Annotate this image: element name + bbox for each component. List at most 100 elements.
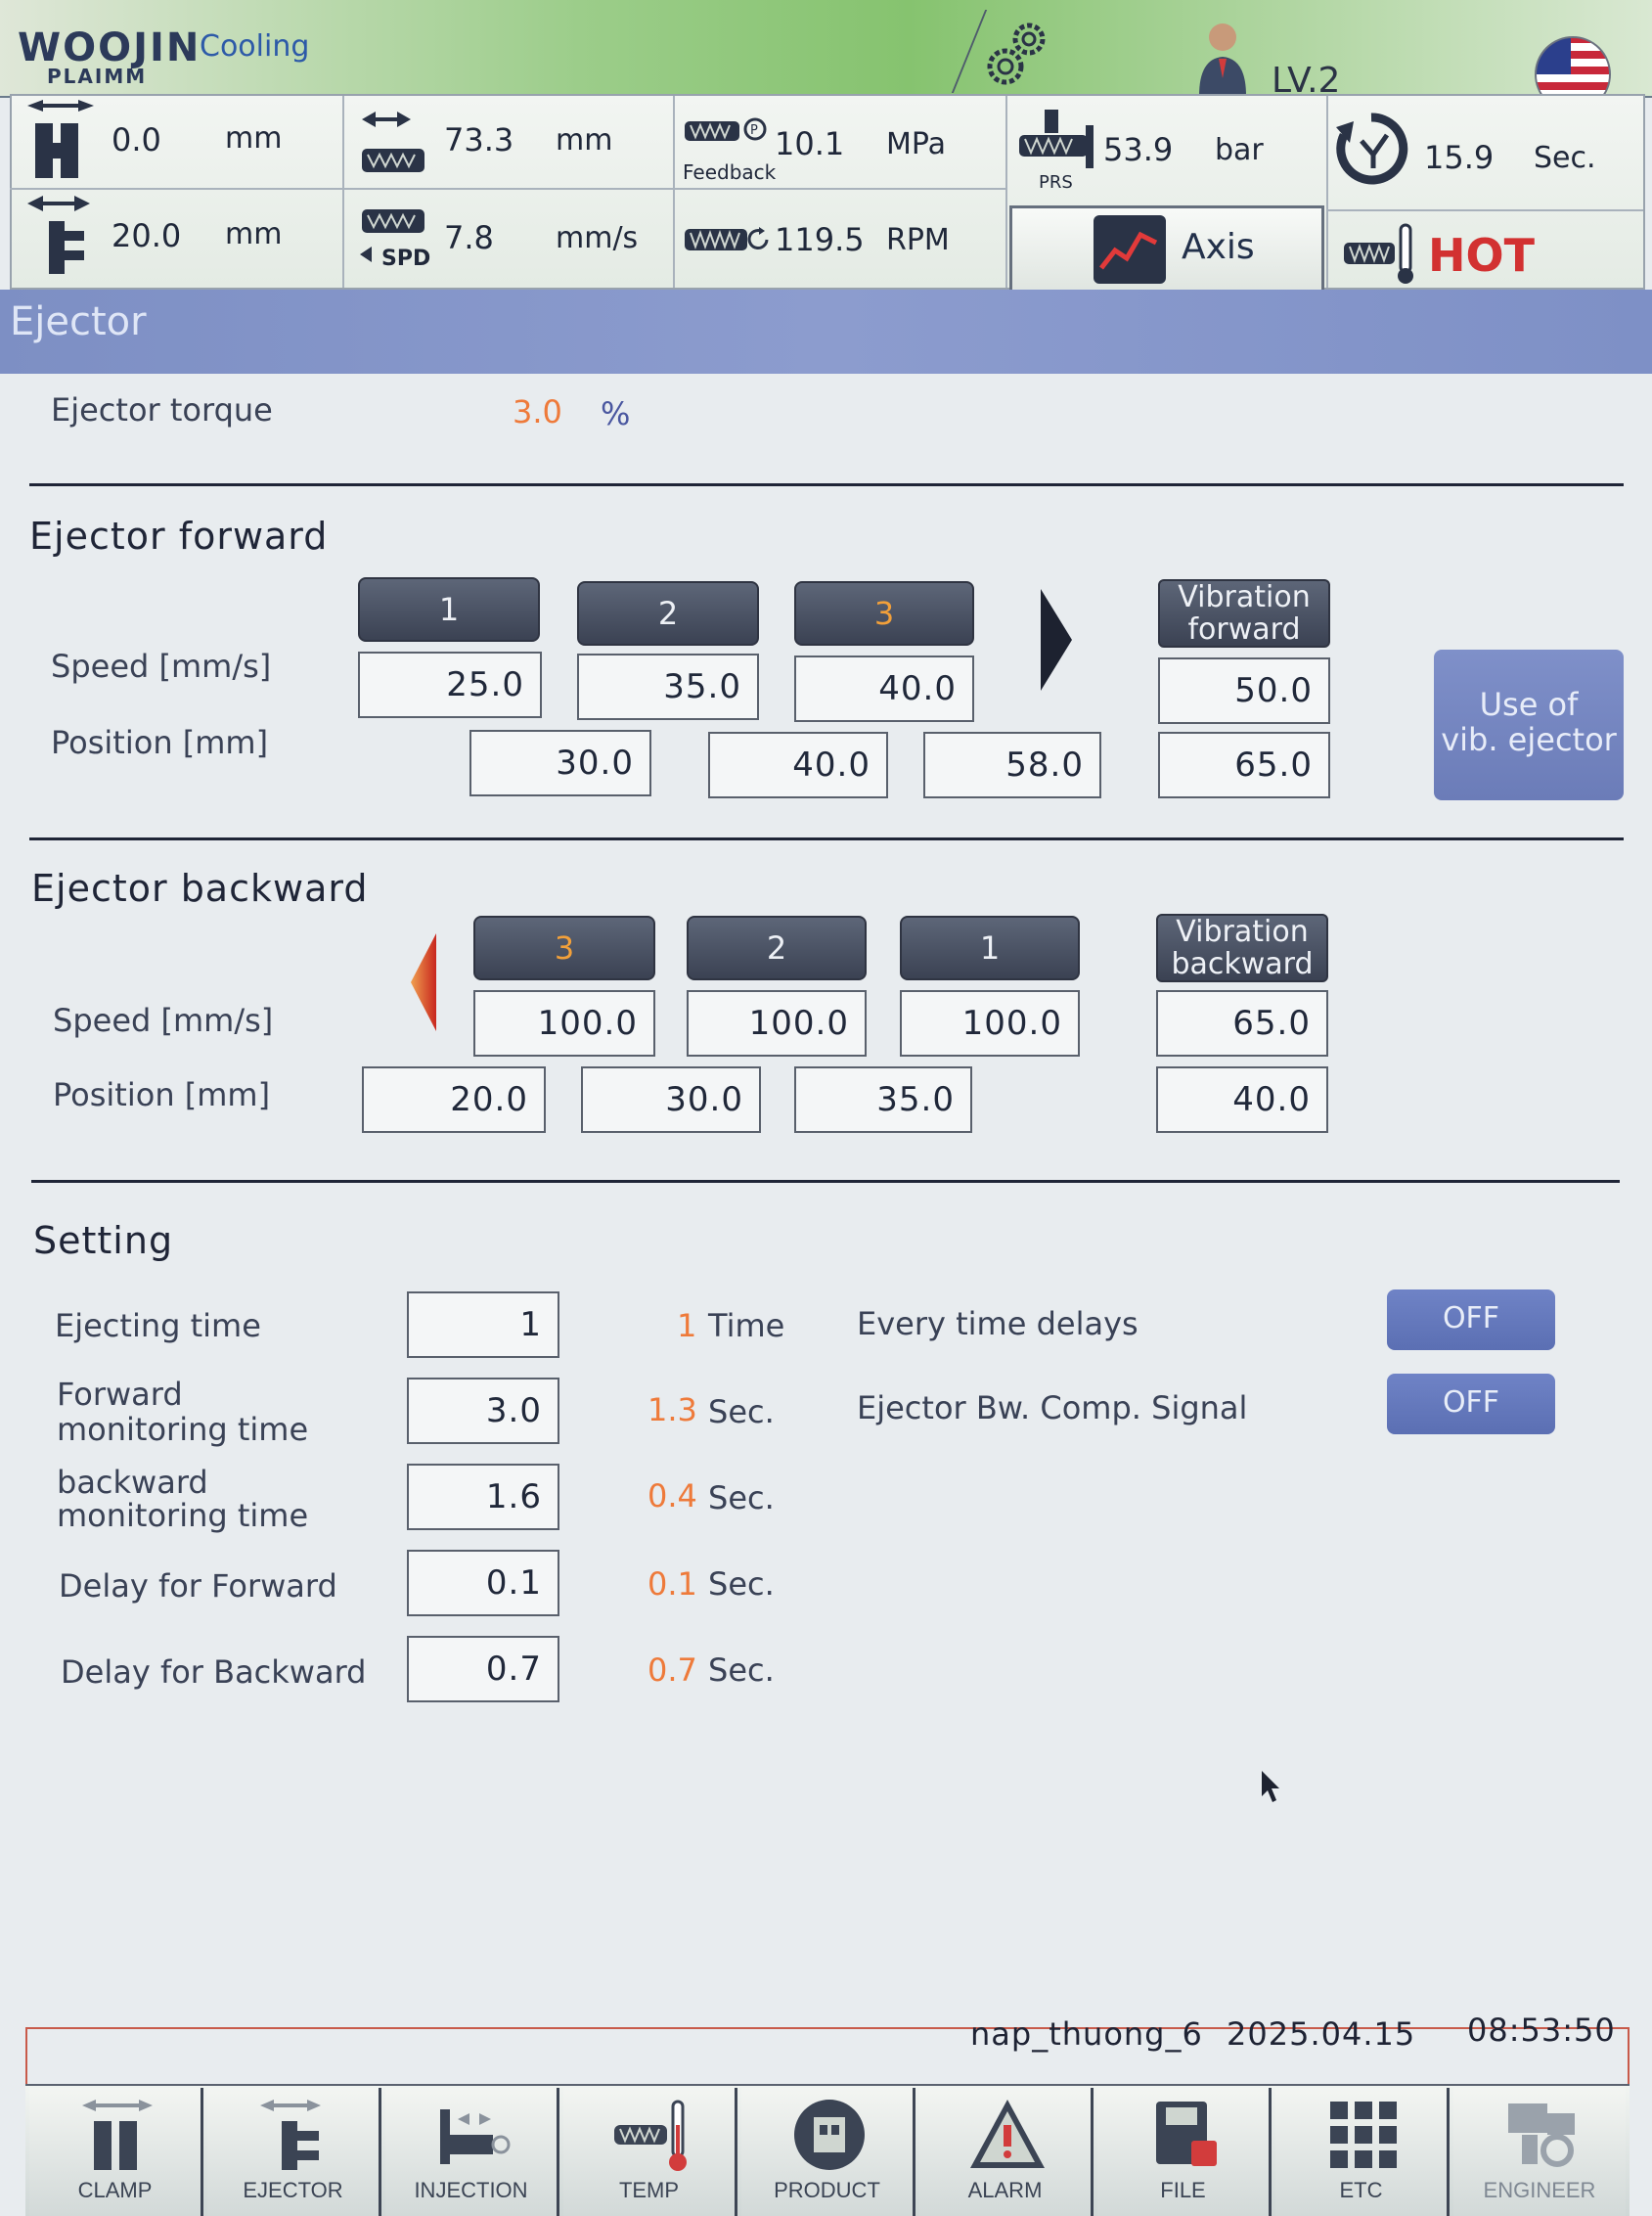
- use-vib-label-1: Use of: [1479, 686, 1579, 723]
- nav-file-button[interactable]: FILE: [1097, 2088, 1272, 2216]
- nav-clamp-button[interactable]: CLAMP: [29, 2088, 203, 2216]
- axis-chart-icon: [1094, 215, 1166, 284]
- ejecting-time-actual: 1: [677, 1307, 697, 1344]
- forward-arrow-icon: [1041, 589, 1072, 691]
- delay-backward-field[interactable]: 0.7: [407, 1636, 559, 1702]
- nav-product-label: PRODUCT: [774, 2178, 880, 2202]
- backward-step-3-button[interactable]: 3: [473, 916, 655, 980]
- forward-monitoring-label-1: Forward: [57, 1376, 183, 1413]
- rpm-value: 119.5: [775, 221, 865, 258]
- nav-injection-button[interactable]: INJECTION: [385, 2088, 559, 2216]
- forward-monitoring-label-2: monitoring time: [57, 1411, 309, 1448]
- pressure-feedback-label: Feedback: [683, 160, 777, 184]
- forward-speed-1-field[interactable]: 25.0: [358, 652, 542, 718]
- forward-step-2-button[interactable]: 2: [577, 581, 759, 646]
- temp-icon: [614, 2100, 687, 2171]
- setting-title: Setting: [33, 1219, 174, 1262]
- nav-etc-button[interactable]: ETC: [1275, 2088, 1450, 2216]
- ejector-torque-value[interactable]: 3.0: [513, 393, 562, 430]
- forward-monitoring-unit: Sec.: [708, 1393, 775, 1430]
- nav-engineer-button[interactable]: ENGINEER: [1453, 2088, 1626, 2216]
- vibration-forward-label-1: Vibration: [1178, 580, 1311, 614]
- ejector-backward-title: Ejector backward: [31, 867, 369, 910]
- nav-file-label: FILE: [1160, 2178, 1206, 2202]
- product-icon: [794, 2100, 865, 2170]
- pressure-unit: MPa: [886, 127, 947, 161]
- nav-product-button[interactable]: PRODUCT: [741, 2088, 915, 2216]
- backward-monitoring-actual: 0.4: [647, 1477, 697, 1515]
- forward-position-2-field[interactable]: 40.0: [708, 732, 888, 798]
- forward-position-1-field[interactable]: 30.0: [469, 730, 651, 796]
- clamp-position-icon: [27, 100, 94, 178]
- backward-speed-3-field[interactable]: 100.0: [473, 990, 655, 1057]
- ejector-torque-unit: %: [601, 395, 631, 432]
- vibration-backward-button[interactable]: Vibration backward: [1156, 914, 1328, 982]
- every-time-delays-toggle[interactable]: OFF: [1387, 1289, 1555, 1350]
- nav-temp-button[interactable]: TEMP: [563, 2088, 737, 2216]
- svg-text:P: P: [750, 123, 758, 138]
- delay-forward-field[interactable]: 0.1: [407, 1550, 559, 1616]
- screw-position-icon: [362, 112, 424, 172]
- backward-step-2-button[interactable]: 2: [687, 916, 867, 980]
- vibration-forward-button[interactable]: Vibration forward: [1158, 579, 1330, 648]
- machine-mode: Cooling: [200, 29, 310, 64]
- backward-speed-2-field[interactable]: 100.0: [687, 990, 867, 1057]
- engineer-icon: [1508, 2103, 1575, 2167]
- etc-icon: [1330, 2102, 1397, 2168]
- delay-backward-unit: Sec.: [708, 1651, 775, 1689]
- mold-name: nap_thuong_6: [970, 2015, 1203, 2053]
- comp-signal-label: Ejector Bw. Comp. Signal: [857, 1389, 1248, 1426]
- footer-time: 08:53:50: [1467, 2012, 1616, 2049]
- use-vib-ejector-button[interactable]: Use of vib. ejector: [1434, 650, 1624, 800]
- alarm-icon: [970, 2100, 1045, 2168]
- backward-position-1-field[interactable]: 35.0: [794, 1066, 972, 1133]
- clamp-position-unit: mm: [225, 121, 283, 156]
- nozzle-pressure-icon: [1019, 110, 1094, 168]
- screw-speed-value: 7.8: [444, 219, 494, 256]
- ejecting-time-field[interactable]: 1: [407, 1291, 559, 1358]
- ejector-position-icon: [27, 196, 90, 274]
- ejecting-time-unit: Time: [708, 1307, 785, 1344]
- backward-monitoring-unit: Sec.: [708, 1479, 775, 1516]
- nav-ejector-button[interactable]: EJECTOR: [207, 2088, 381, 2216]
- cycle-time-unit: Sec.: [1534, 141, 1596, 175]
- backward-position-3-field[interactable]: 20.0: [362, 1066, 546, 1133]
- forward-step-3-button[interactable]: 3: [794, 581, 974, 646]
- forward-speed-3-field[interactable]: 40.0: [794, 656, 974, 722]
- backward-monitoring-label-1: backward: [57, 1464, 208, 1501]
- status-divider: [673, 96, 675, 288]
- comp-signal-toggle[interactable]: OFF: [1387, 1374, 1555, 1434]
- brand-sub: PLAIMM: [47, 65, 148, 88]
- vibration-forward-position-field[interactable]: 65.0: [1158, 732, 1330, 798]
- ejecting-time-label: Ejecting time: [55, 1307, 261, 1344]
- backward-monitoring-time-field[interactable]: 1.6: [407, 1464, 559, 1530]
- vibration-backward-speed-field[interactable]: 65.0: [1156, 990, 1328, 1057]
- pressure-icon: P: [685, 117, 767, 141]
- screw-position-unit: mm: [556, 123, 613, 158]
- forward-speed-label: Speed [mm/s]: [51, 648, 272, 685]
- backward-position-2-field[interactable]: 30.0: [581, 1066, 761, 1133]
- backward-monitoring-label-2: monitoring time: [57, 1497, 309, 1534]
- footer-date: 2025.04.15: [1227, 2015, 1416, 2053]
- forward-speed-2-field[interactable]: 35.0: [577, 654, 759, 720]
- backward-step-1-button[interactable]: 1: [900, 916, 1080, 980]
- gear-icon[interactable]: [978, 18, 1056, 96]
- hot-status-label: HOT: [1428, 229, 1535, 282]
- rpm-icon: [685, 227, 769, 250]
- status-divider: [1005, 96, 1007, 288]
- vibration-forward-label-2: forward: [1187, 612, 1301, 647]
- status-divider: [10, 188, 1007, 190]
- cycle-time-icon: [1336, 113, 1408, 185]
- forward-position-3-field[interactable]: 58.0: [923, 732, 1101, 798]
- forward-position-label: Position [mm]: [51, 724, 269, 761]
- forward-step-1-button[interactable]: 1: [358, 577, 540, 642]
- vibration-backward-position-field[interactable]: 40.0: [1156, 1066, 1328, 1133]
- every-time-delays-label: Every time delays: [857, 1305, 1139, 1342]
- user-icon[interactable]: [1193, 20, 1252, 98]
- nav-alarm-button[interactable]: ALARM: [919, 2088, 1094, 2216]
- vibration-forward-speed-field[interactable]: 50.0: [1158, 657, 1330, 724]
- clamp-icon: [82, 2100, 153, 2170]
- forward-monitoring-time-field[interactable]: 3.0: [407, 1378, 559, 1444]
- backward-speed-1-field[interactable]: 100.0: [900, 990, 1080, 1057]
- clamp-position-value: 0.0: [112, 121, 161, 158]
